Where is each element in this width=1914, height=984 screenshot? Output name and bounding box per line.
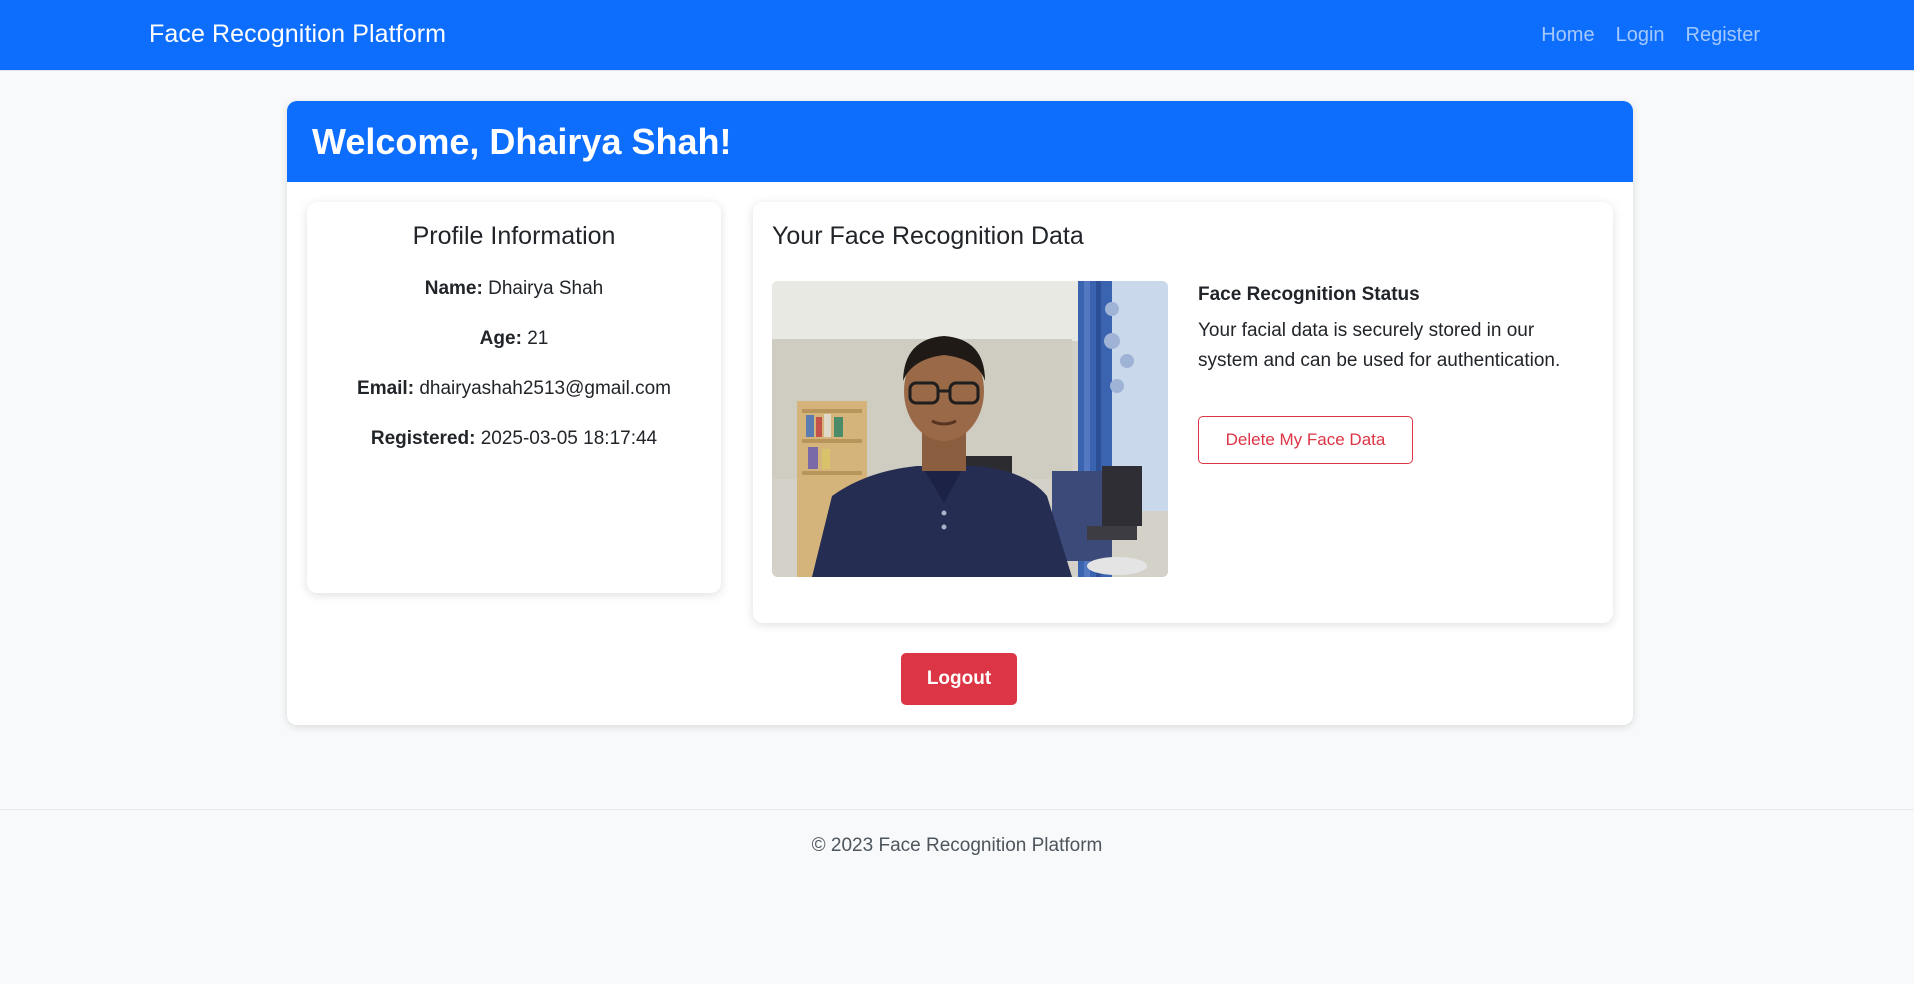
profile-name-label: Name: [424, 278, 483, 299]
profile-registered-value: 2025-03-05 18:17:44 [480, 428, 658, 449]
profile-registered-row: Registered: 2025-03-05 18:17:44 [307, 427, 721, 450]
face-status-text: Your facial data is securely stored in o… [1198, 320, 1561, 371]
nav-link-home[interactable]: Home [1541, 24, 1594, 47]
footer: © 2023 Face Recognition Platform [0, 809, 1914, 984]
nav-link-login[interactable]: Login [1616, 24, 1665, 47]
profile-email-value: dhairyashah2513@gmail.com [419, 378, 671, 399]
profile-age-row: Age: 21 [307, 327, 721, 350]
top-navbar: Face Recognition Platform Home Login Reg… [0, 0, 1914, 71]
dashboard-card-header: Welcome, Dhairya Shah! [287, 101, 1633, 182]
profile-age-label: Age: [479, 328, 522, 349]
delete-face-data-button[interactable]: Delete My Face Data [1198, 416, 1413, 464]
profile-age-value: 21 [527, 328, 549, 349]
profile-title: Profile Information [412, 222, 616, 250]
brand-link[interactable]: Face Recognition Platform [149, 20, 446, 49]
face-photo [772, 281, 1168, 577]
face-data-card: Your Face Recognition Data Face Recognit… [753, 202, 1613, 623]
dashboard-card: Welcome, Dhairya Shah! Profile Informati… [287, 101, 1633, 725]
face-status-title: Face Recognition Status [1198, 284, 1420, 305]
profile-email-row: Email: dhairyashah2513@gmail.com [307, 377, 721, 400]
profile-name-value: Dhairya Shah [488, 278, 604, 299]
face-data-title: Your Face Recognition Data [772, 222, 1084, 250]
profile-card: Profile Information Name: Dhairya Shah A… [307, 202, 721, 593]
profile-registered-label: Registered: [370, 428, 476, 449]
nav-link-register[interactable]: Register [1686, 24, 1760, 47]
profile-name-row: Name: Dhairya Shah [307, 277, 721, 300]
logout-button[interactable]: Logout [901, 653, 1017, 705]
welcome-title: Welcome, Dhairya Shah! [312, 120, 732, 162]
footer-copyright: © 2023 Face Recognition Platform [811, 835, 1103, 856]
profile-email-label: Email: [357, 378, 415, 399]
nav-links: Home Login Register [1541, 24, 1760, 47]
